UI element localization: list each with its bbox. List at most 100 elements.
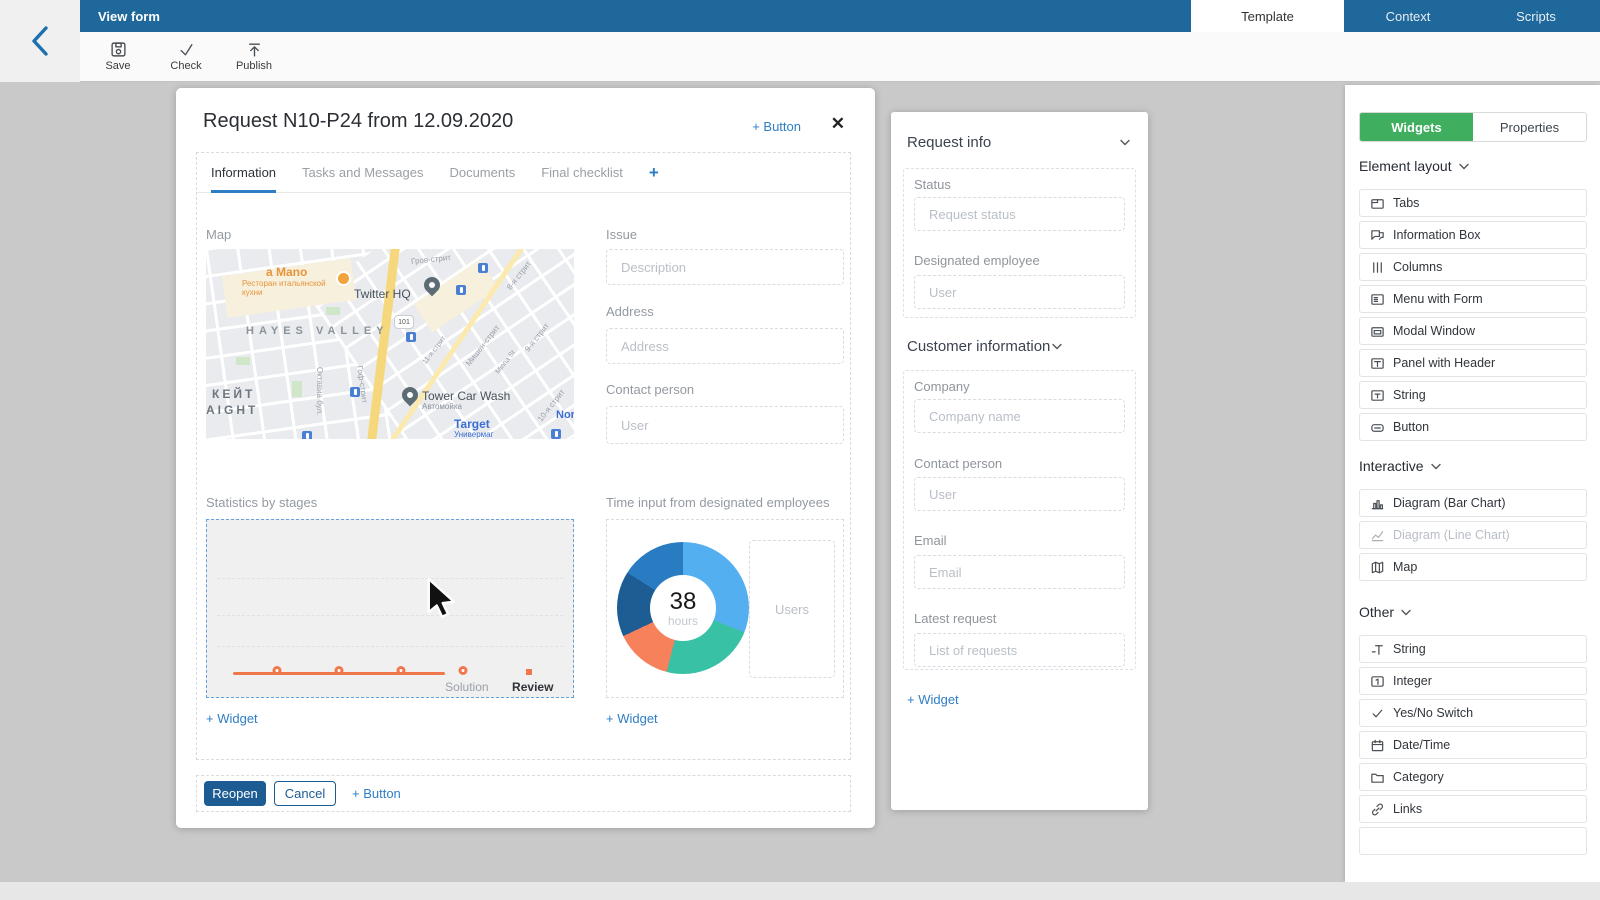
latest-request-field[interactable]: List of requests: [914, 633, 1125, 667]
save-icon: [110, 41, 127, 58]
app-screen: View form Template Context Scripts Save …: [0, 0, 1600, 900]
contact-person-field[interactable]: User: [606, 406, 844, 444]
add-footer-button-link[interactable]: + Button: [352, 786, 401, 801]
donut-value: 38: [670, 590, 697, 614]
add-widget-link[interactable]: + Widget: [606, 711, 658, 726]
chevron-down-icon: [1459, 163, 1469, 170]
widget-card-integer[interactable]: Integer: [1359, 667, 1587, 695]
map-transit-icon: [551, 429, 561, 439]
widget-card-information-box[interactable]: Information Box: [1359, 221, 1587, 249]
map-icon: [1370, 560, 1385, 575]
map-transit-icon: [478, 263, 488, 273]
tab-documents[interactable]: Documents: [449, 153, 515, 193]
widget-card-diagram-bar[interactable]: Diagram (Bar Chart): [1359, 489, 1587, 517]
section-element-layout[interactable]: Element layout: [1359, 158, 1469, 174]
map-pin-restaurant-icon: [336, 271, 351, 286]
widget-card-category[interactable]: Category: [1359, 763, 1587, 791]
map-poi-target-sub: Универмаг: [454, 430, 494, 439]
stats-label: Statistics by stages: [206, 495, 317, 510]
widget-card-string-layout[interactable]: String: [1359, 381, 1587, 409]
chevron-down-icon: [1401, 609, 1411, 616]
issue-field[interactable]: Description: [606, 249, 844, 285]
widget-card-modal-window[interactable]: Modal Window: [1359, 317, 1587, 345]
map-poi-restaurant-label: a Mano: [266, 265, 307, 279]
widget-card-diagram-line: Diagram (Line Chart): [1359, 521, 1587, 549]
widget-card-yes-no-switch[interactable]: Yes/No Switch: [1359, 699, 1587, 727]
widget-card-button[interactable]: Button: [1359, 413, 1587, 441]
publish-icon: [246, 41, 263, 58]
address-field[interactable]: Address: [606, 328, 844, 364]
widget-card-string[interactable]: String: [1359, 635, 1587, 663]
line-chart-marker: [396, 666, 405, 675]
link-icon: [1370, 802, 1385, 817]
map-transit-icon: [456, 285, 466, 295]
widget-card-panel-with-header[interactable]: Panel with Header: [1359, 349, 1587, 377]
status-label: Status: [914, 177, 951, 192]
check-icon: [178, 41, 195, 58]
close-icon[interactable]: ✕: [831, 114, 845, 134]
widget-card-map[interactable]: Map: [1359, 553, 1587, 581]
save-button[interactable]: Save: [96, 41, 140, 72]
check-button[interactable]: Check: [164, 41, 208, 72]
map-poi-twitter-label: Twitter HQ: [354, 287, 411, 301]
customer-information-header: Customer information: [907, 338, 1062, 355]
map-transit-icon: [350, 387, 360, 397]
map-transit-icon: [302, 431, 312, 439]
line-chart-marker: [334, 666, 343, 675]
add-tab-icon[interactable]: +: [649, 163, 659, 183]
status-field[interactable]: Request status: [914, 197, 1125, 231]
widget-card-tabs[interactable]: Tabs: [1359, 189, 1587, 217]
tab-information[interactable]: Information: [211, 153, 276, 193]
widget-card-links[interactable]: Links: [1359, 795, 1587, 823]
map-transit-icon: [406, 332, 416, 342]
latest-request-label: Latest request: [914, 611, 996, 626]
request-info-header: Request info: [907, 134, 991, 151]
tab-context[interactable]: Context: [1344, 0, 1472, 32]
columns-icon: [1370, 260, 1385, 275]
tab-template[interactable]: Template: [1191, 0, 1344, 32]
map-widget[interactable]: HAYES VALLEY Twitter HQ Tower Car Wash А…: [206, 249, 574, 439]
company-field[interactable]: Company name: [914, 399, 1125, 433]
add-widget-link[interactable]: + Widget: [907, 692, 959, 707]
tab-scripts[interactable]: Scripts: [1472, 0, 1600, 32]
publish-button[interactable]: Publish: [232, 41, 276, 72]
widget-card-empty[interactable]: [1359, 827, 1587, 855]
chevron-down-icon[interactable]: [1052, 343, 1062, 350]
request-info-panel: Request info Status Request status Desig…: [891, 112, 1148, 810]
tab-tasks-messages[interactable]: Tasks and Messages: [302, 153, 423, 193]
donut-chart-widget[interactable]: 38 hours Users: [606, 519, 844, 698]
line-chart-marker: [459, 666, 468, 675]
line-chart-plot: SolutionReview: [207, 520, 573, 697]
tab-properties[interactable]: Properties: [1473, 113, 1586, 141]
widget-card-date-time[interactable]: Date/Time: [1359, 731, 1587, 759]
map-district-label: HAYES VALLEY: [246, 325, 389, 337]
widget-card-menu-with-form[interactable]: Menu with Form: [1359, 285, 1587, 313]
add-widget-link[interactable]: + Widget: [206, 711, 258, 726]
bottom-strip: [0, 882, 1600, 900]
widget-card-columns[interactable]: Columns: [1359, 253, 1587, 281]
contact-person-field[interactable]: User: [914, 477, 1125, 511]
tab-final-checklist[interactable]: Final checklist: [541, 153, 623, 193]
string-icon: [1370, 642, 1385, 657]
modal-window-icon: [1370, 324, 1385, 339]
tab-widgets[interactable]: Widgets: [1360, 113, 1473, 141]
map-label: Map: [206, 227, 231, 242]
editor-mode-tabs: Template Context Scripts: [1191, 0, 1600, 32]
line-chart-widget[interactable]: SolutionReview: [206, 519, 574, 698]
section-other[interactable]: Other: [1359, 604, 1411, 620]
cancel-button[interactable]: Cancel: [274, 781, 336, 806]
designated-employee-field[interactable]: User: [914, 275, 1125, 309]
line-chart-x-label: Review: [512, 680, 553, 694]
widgets-sidebar: Widgets Properties Element layout Tabs I…: [1345, 85, 1600, 882]
reopen-button[interactable]: Reopen: [204, 781, 266, 806]
map-corner-label: AIGHT: [206, 403, 258, 417]
toolbar: Save Check Publish: [80, 32, 1600, 82]
users-placeholder-box[interactable]: Users: [749, 540, 835, 678]
chevron-down-icon[interactable]: [1120, 139, 1130, 146]
email-field[interactable]: Email: [914, 555, 1125, 589]
back-button[interactable]: [0, 0, 80, 82]
add-button-link[interactable]: + Button: [752, 119, 801, 134]
section-interactive[interactable]: Interactive: [1359, 458, 1441, 474]
email-label: Email: [914, 533, 947, 548]
line-chart-marker: [272, 666, 281, 675]
